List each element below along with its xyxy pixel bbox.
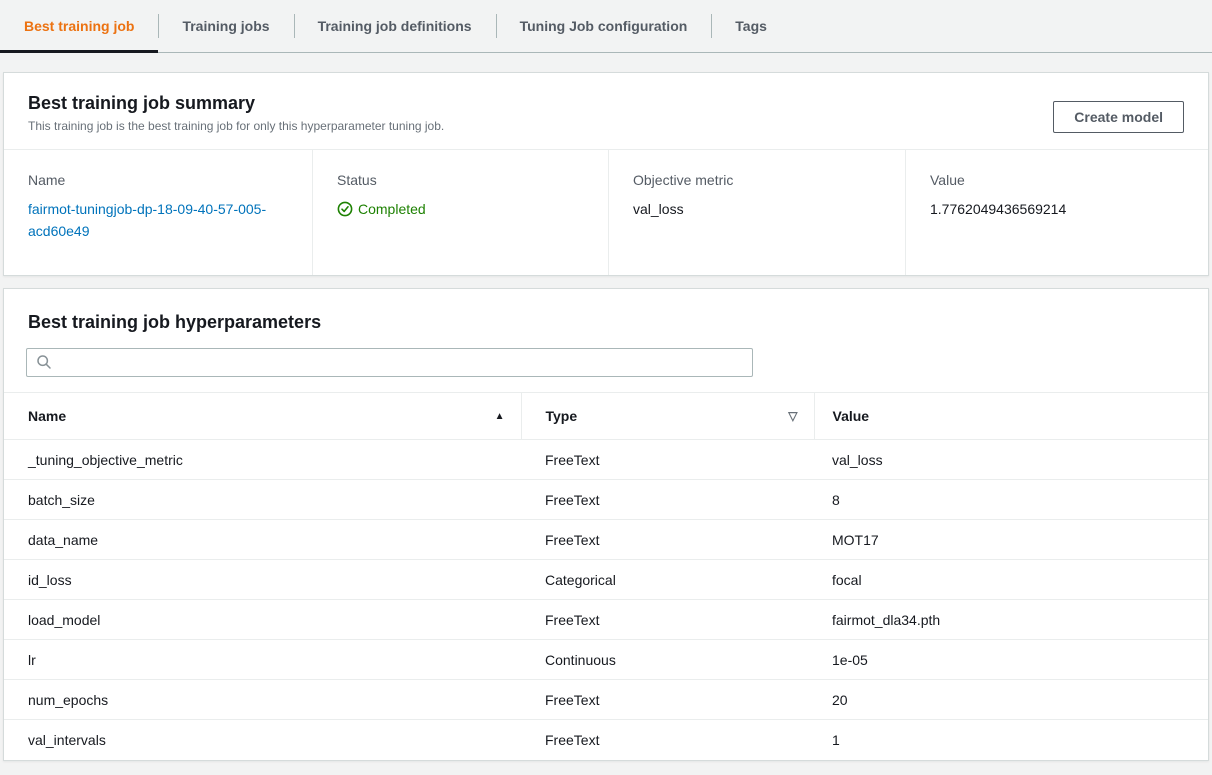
- table-row: lrContinuous1e-05: [4, 640, 1208, 680]
- tab-training-jobs[interactable]: Training jobs: [158, 0, 293, 52]
- field-objective-metric: Objective metric val_loss: [608, 150, 905, 275]
- field-name: Name fairmot-tuningjob-dp-18-09-40-57-00…: [4, 150, 312, 275]
- sort-ascending-icon[interactable]: ▲: [495, 411, 505, 422]
- param-name-cell: data_name: [4, 520, 521, 560]
- field-name-label: Name: [28, 172, 288, 188]
- param-value-cell: 1e-05: [814, 640, 1208, 680]
- check-circle-icon: [337, 201, 353, 217]
- table-row: batch_sizeFreeText8: [4, 480, 1208, 520]
- tab-bar: Best training job Training jobs Training…: [0, 0, 1212, 53]
- param-type-cell: Continuous: [521, 640, 814, 680]
- param-type-cell: Categorical: [521, 560, 814, 600]
- column-header-type-label: Type: [546, 408, 578, 424]
- summary-fields: Name fairmot-tuningjob-dp-18-09-40-57-00…: [4, 150, 1208, 275]
- param-value-cell: focal: [814, 560, 1208, 600]
- param-name-cell: _tuning_objective_metric: [4, 440, 521, 480]
- objective-metric-value: val_loss: [633, 198, 881, 220]
- param-type-cell: FreeText: [521, 600, 814, 640]
- tab-tags[interactable]: Tags: [711, 0, 791, 52]
- objective-value: 1.7762049436569214: [930, 198, 1184, 220]
- table-row: id_lossCategoricalfocal: [4, 560, 1208, 600]
- hyperparameters-table: Name ▲ Type ▽ Value _tuning_objectiv: [4, 392, 1208, 760]
- search-input[interactable]: [26, 348, 753, 377]
- table-row: _tuning_objective_metricFreeTextval_loss: [4, 440, 1208, 480]
- param-value-cell: 20: [814, 680, 1208, 720]
- table-row: num_epochsFreeText20: [4, 680, 1208, 720]
- table-header-row: Name ▲ Type ▽ Value: [4, 393, 1208, 440]
- tab-best-training-job[interactable]: Best training job: [0, 0, 158, 52]
- param-type-cell: FreeText: [521, 720, 814, 760]
- field-status-label: Status: [337, 172, 584, 188]
- field-value-label: Value: [930, 172, 1184, 188]
- param-value-cell: val_loss: [814, 440, 1208, 480]
- param-name-cell: load_model: [4, 600, 521, 640]
- tab-training-job-definitions[interactable]: Training job definitions: [294, 0, 496, 52]
- summary-subtitle: This training job is the best training j…: [28, 119, 1184, 133]
- field-status: Status Completed: [312, 150, 608, 275]
- column-header-type[interactable]: Type ▽: [521, 393, 814, 440]
- param-value-cell: 1: [814, 720, 1208, 760]
- param-name-cell: val_intervals: [4, 720, 521, 760]
- param-type-cell: FreeText: [521, 680, 814, 720]
- param-name-cell: id_loss: [4, 560, 521, 600]
- column-header-name-label: Name: [28, 408, 66, 424]
- table-row: load_modelFreeTextfairmot_dla34.pth: [4, 600, 1208, 640]
- hyperparameters-title: Best training job hyperparameters: [4, 289, 1208, 348]
- status-badge: Completed: [358, 198, 426, 220]
- hyperparameters-card: Best training job hyperparameters Name ▲: [3, 288, 1209, 761]
- column-header-value-label: Value: [833, 408, 870, 424]
- create-model-button[interactable]: Create model: [1053, 101, 1184, 133]
- param-value-cell: 8: [814, 480, 1208, 520]
- summary-header: Best training job summary This training …: [4, 73, 1208, 150]
- field-objective-metric-label: Objective metric: [633, 172, 881, 188]
- training-job-name-link[interactable]: fairmot-tuningjob-dp-18-09-40-57-005-acd…: [28, 198, 268, 242]
- hyperparameters-table-body: _tuning_objective_metricFreeTextval_loss…: [4, 440, 1208, 760]
- param-name-cell: num_epochs: [4, 680, 521, 720]
- column-header-value[interactable]: Value: [814, 393, 1208, 440]
- param-type-cell: FreeText: [521, 520, 814, 560]
- best-training-job-summary-card: Best training job summary This training …: [3, 72, 1209, 276]
- table-row: data_nameFreeTextMOT17: [4, 520, 1208, 560]
- table-row: val_intervalsFreeText1: [4, 720, 1208, 760]
- summary-title: Best training job summary: [28, 91, 1184, 115]
- sort-indicator-icon[interactable]: ▽: [788, 409, 797, 423]
- tab-tuning-job-configuration[interactable]: Tuning Job configuration: [496, 0, 712, 52]
- param-type-cell: FreeText: [521, 440, 814, 480]
- param-value-cell: fairmot_dla34.pth: [814, 600, 1208, 640]
- param-type-cell: FreeText: [521, 480, 814, 520]
- field-value: Value 1.7762049436569214: [905, 150, 1208, 275]
- column-header-name[interactable]: Name ▲: [4, 393, 521, 440]
- param-name-cell: lr: [4, 640, 521, 680]
- param-name-cell: batch_size: [4, 480, 521, 520]
- param-value-cell: MOT17: [814, 520, 1208, 560]
- search-box: [26, 348, 753, 377]
